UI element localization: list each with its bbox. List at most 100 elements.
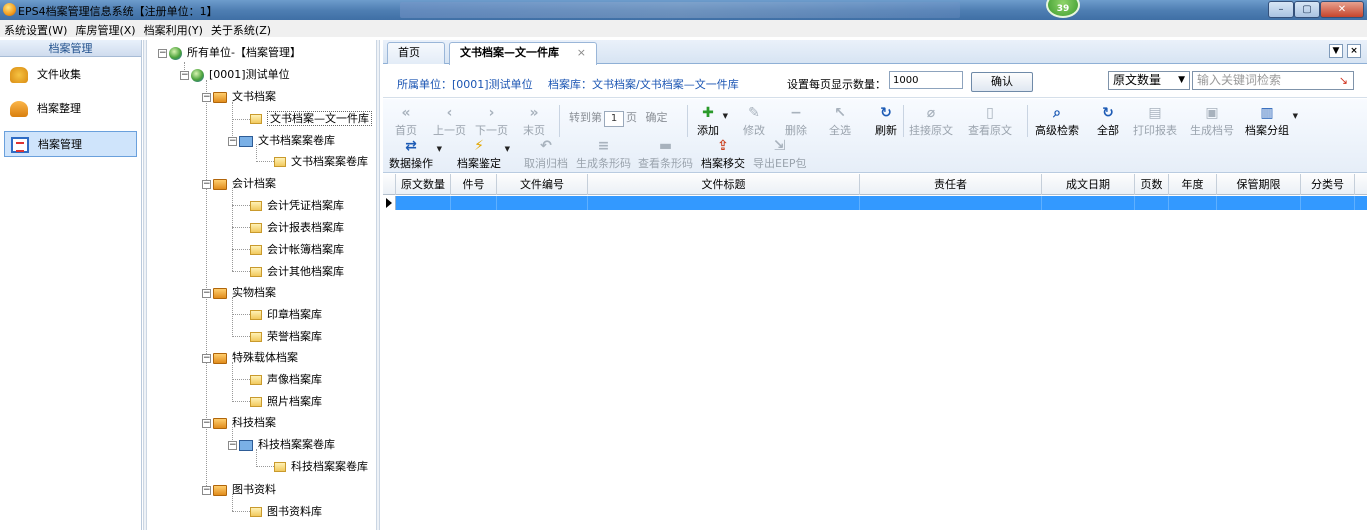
tree-node-doc-vol[interactable]: − 文书档案案卷库 xyxy=(228,132,335,150)
edit-button[interactable]: ✎ 修改 xyxy=(743,104,765,138)
generate-barcode-button[interactable]: ≡ 生成条形码 xyxy=(576,137,631,171)
archive-transfer-button[interactable]: ⇪ 档案移交 xyxy=(701,137,745,171)
tree-node-sp1[interactable]: 声像档案库 xyxy=(250,371,322,389)
table-cell[interactable] xyxy=(497,196,588,210)
tree-node-doc-lib[interactable]: 文书档案—文一件库 xyxy=(250,110,372,128)
table-cell[interactable] xyxy=(1217,196,1301,210)
page-jump-input[interactable]: 1 xyxy=(604,111,624,127)
collapse-toggle[interactable]: − xyxy=(228,136,237,146)
minimize-button[interactable]: – xyxy=(1268,1,1294,18)
tree-node-sp2[interactable]: 照片档案库 xyxy=(250,393,322,411)
table-cell[interactable] xyxy=(1301,196,1355,210)
tree-node-tech-group[interactable]: − 科技档案 xyxy=(202,414,276,432)
column-header[interactable]: 保管期限 xyxy=(1217,174,1301,195)
column-header[interactable]: 分类号 xyxy=(1301,174,1355,195)
collapse-toggle[interactable]: − xyxy=(202,179,211,189)
view-original-button[interactable]: ▯ 查看原文 xyxy=(968,104,1012,138)
tab-home[interactable]: 首页 xyxy=(387,42,445,64)
tab-list-dropdown[interactable]: ▼ xyxy=(1329,44,1343,58)
view-barcode-button[interactable]: ▬ 查看条形码 xyxy=(638,137,693,171)
nav-item-archive-manage[interactable]: 档案管理 xyxy=(4,131,137,157)
tree-node-doc-group[interactable]: − 文书档案 xyxy=(202,88,276,106)
close-window-button[interactable]: ✕ xyxy=(1320,1,1364,18)
print-report-button[interactable]: ▤ 打印报表 xyxy=(1133,104,1177,138)
table-cell[interactable] xyxy=(1042,196,1135,210)
delete-button[interactable]: − 删除 xyxy=(785,104,807,138)
table-cell[interactable] xyxy=(451,196,497,210)
cancel-filing-button[interactable]: ↶ 取消归档 xyxy=(524,137,568,171)
column-header[interactable]: 成文日期 xyxy=(1042,174,1135,195)
search-go-icon[interactable]: ↘ xyxy=(1339,72,1348,89)
column-header[interactable]: 页数 xyxy=(1135,174,1169,195)
page-size-input[interactable] xyxy=(889,71,963,89)
notification-badge[interactable]: 39 xyxy=(1046,0,1080,18)
export-eep-button[interactable]: ⇲ 导出EEP包 xyxy=(753,137,807,171)
nav-item-file-collect[interactable]: 文件收集 xyxy=(4,62,137,88)
collapse-toggle[interactable]: − xyxy=(180,70,189,80)
tree-node-obj-group[interactable]: − 实物档案 xyxy=(202,284,276,302)
tree-node-obj2[interactable]: 荣誉档案库 xyxy=(250,328,322,346)
collapse-toggle[interactable]: − xyxy=(202,485,211,495)
table-cell[interactable] xyxy=(588,196,860,210)
refresh-button[interactable]: ↻ 刷新 xyxy=(875,104,897,138)
maximize-button[interactable]: ▢ xyxy=(1294,1,1320,18)
collapse-toggle[interactable]: − xyxy=(202,288,211,298)
tree-node-acc4[interactable]: 会计其他档案库 xyxy=(250,263,344,281)
tree-node-acc-group[interactable]: − 会计档案 xyxy=(202,175,276,193)
tree-node-book-group[interactable]: − 图书资料 xyxy=(202,481,276,499)
data-operations-button[interactable]: ⇄ 数据操作 ▼ xyxy=(389,137,442,171)
column-header[interactable]: 文件编号 xyxy=(497,174,588,195)
keyword-search-input[interactable]: 输入关键词检索 ↘ xyxy=(1192,71,1354,90)
menu-about[interactable]: 关于系统(Z) xyxy=(207,20,275,40)
search-field-select[interactable]: 原文数量 ▼ xyxy=(1108,71,1190,90)
tree-splitter[interactable] xyxy=(376,40,380,530)
collapse-toggle[interactable]: − xyxy=(158,48,167,58)
tree-node-tech-vol-child[interactable]: 科技档案案卷库 xyxy=(274,458,368,476)
nav-item-archive-organize[interactable]: 档案整理 xyxy=(4,96,137,122)
tree-node-book1[interactable]: 图书资料库 xyxy=(250,503,322,521)
column-header[interactable]: 年度 xyxy=(1169,174,1217,195)
tree-node-tech-vol[interactable]: − 科技档案案卷库 xyxy=(228,436,335,454)
tree-node-doc-vol-child[interactable]: 文书档案案卷库 xyxy=(274,153,368,171)
tree-node-root[interactable]: − 所有单位-【档案管理】 xyxy=(158,44,301,62)
table-cell[interactable] xyxy=(1169,196,1217,210)
add-button[interactable]: ✚ 添加 ▼ xyxy=(697,104,728,138)
archive-group-button[interactable]: ▥ 档案分组 ▼ xyxy=(1245,104,1298,138)
advanced-search-button[interactable]: ⌕ 高级检索 xyxy=(1035,104,1079,138)
menu-warehouse[interactable]: 库房管理(X) xyxy=(71,20,139,40)
next-page-button[interactable]: › 下一页 xyxy=(475,104,508,138)
tab-doc-library[interactable]: 文书档案—文一件库 × xyxy=(449,42,597,65)
table-cell[interactable] xyxy=(1135,196,1169,210)
column-header[interactable]: 件号 xyxy=(451,174,497,195)
collapse-toggle[interactable]: − xyxy=(202,418,211,428)
table-cell[interactable] xyxy=(396,196,451,210)
last-page-button[interactable]: » 末页 xyxy=(523,104,545,138)
menu-system-settings[interactable]: 系统设置(W) xyxy=(0,20,71,40)
first-page-button[interactable]: «首页 xyxy=(395,104,417,138)
tree-node-sp-group[interactable]: − 特殊载体档案 xyxy=(202,349,298,367)
table-row[interactable] xyxy=(383,196,1367,210)
table-cell[interactable] xyxy=(860,196,1042,210)
close-tab-button[interactable]: × xyxy=(1347,44,1361,58)
generate-number-button[interactable]: ▣ 生成档号 xyxy=(1190,104,1234,138)
tree-node-acc3[interactable]: 会计帐簿档案库 xyxy=(250,241,344,259)
collapse-toggle[interactable]: − xyxy=(202,353,211,363)
appraise-button[interactable]: ⚡ 档案鉴定 ▼ xyxy=(457,137,510,171)
select-all-button[interactable]: ↖ 全选 xyxy=(829,104,851,138)
tree-node-acc2[interactable]: 会计报表档案库 xyxy=(250,219,344,237)
tree-node-obj1[interactable]: 印章档案库 xyxy=(250,306,322,324)
confirm-button[interactable]: 确认 xyxy=(971,72,1033,92)
collapse-toggle[interactable]: − xyxy=(202,92,211,102)
tree-node-unit[interactable]: − [0001]测试单位 xyxy=(180,66,290,84)
left-splitter[interactable] xyxy=(143,40,147,530)
column-header[interactable]: 原文数量 xyxy=(396,174,451,195)
page-jump-ok-button[interactable]: 确定 xyxy=(646,111,668,124)
prev-page-button[interactable]: ‹ 上一页 xyxy=(433,104,466,138)
tree-node-acc1[interactable]: 会计凭证档案库 xyxy=(250,197,344,215)
column-header[interactable]: 责任者 xyxy=(860,174,1042,195)
column-header[interactable]: 文件标题 xyxy=(588,174,860,195)
menu-archive-use[interactable]: 档案利用(Y) xyxy=(140,20,207,40)
collapse-toggle[interactable]: − xyxy=(228,440,237,450)
show-all-button[interactable]: ↻ 全部 xyxy=(1097,104,1119,138)
attach-original-button[interactable]: ⌀ 挂接原文 xyxy=(909,104,953,138)
